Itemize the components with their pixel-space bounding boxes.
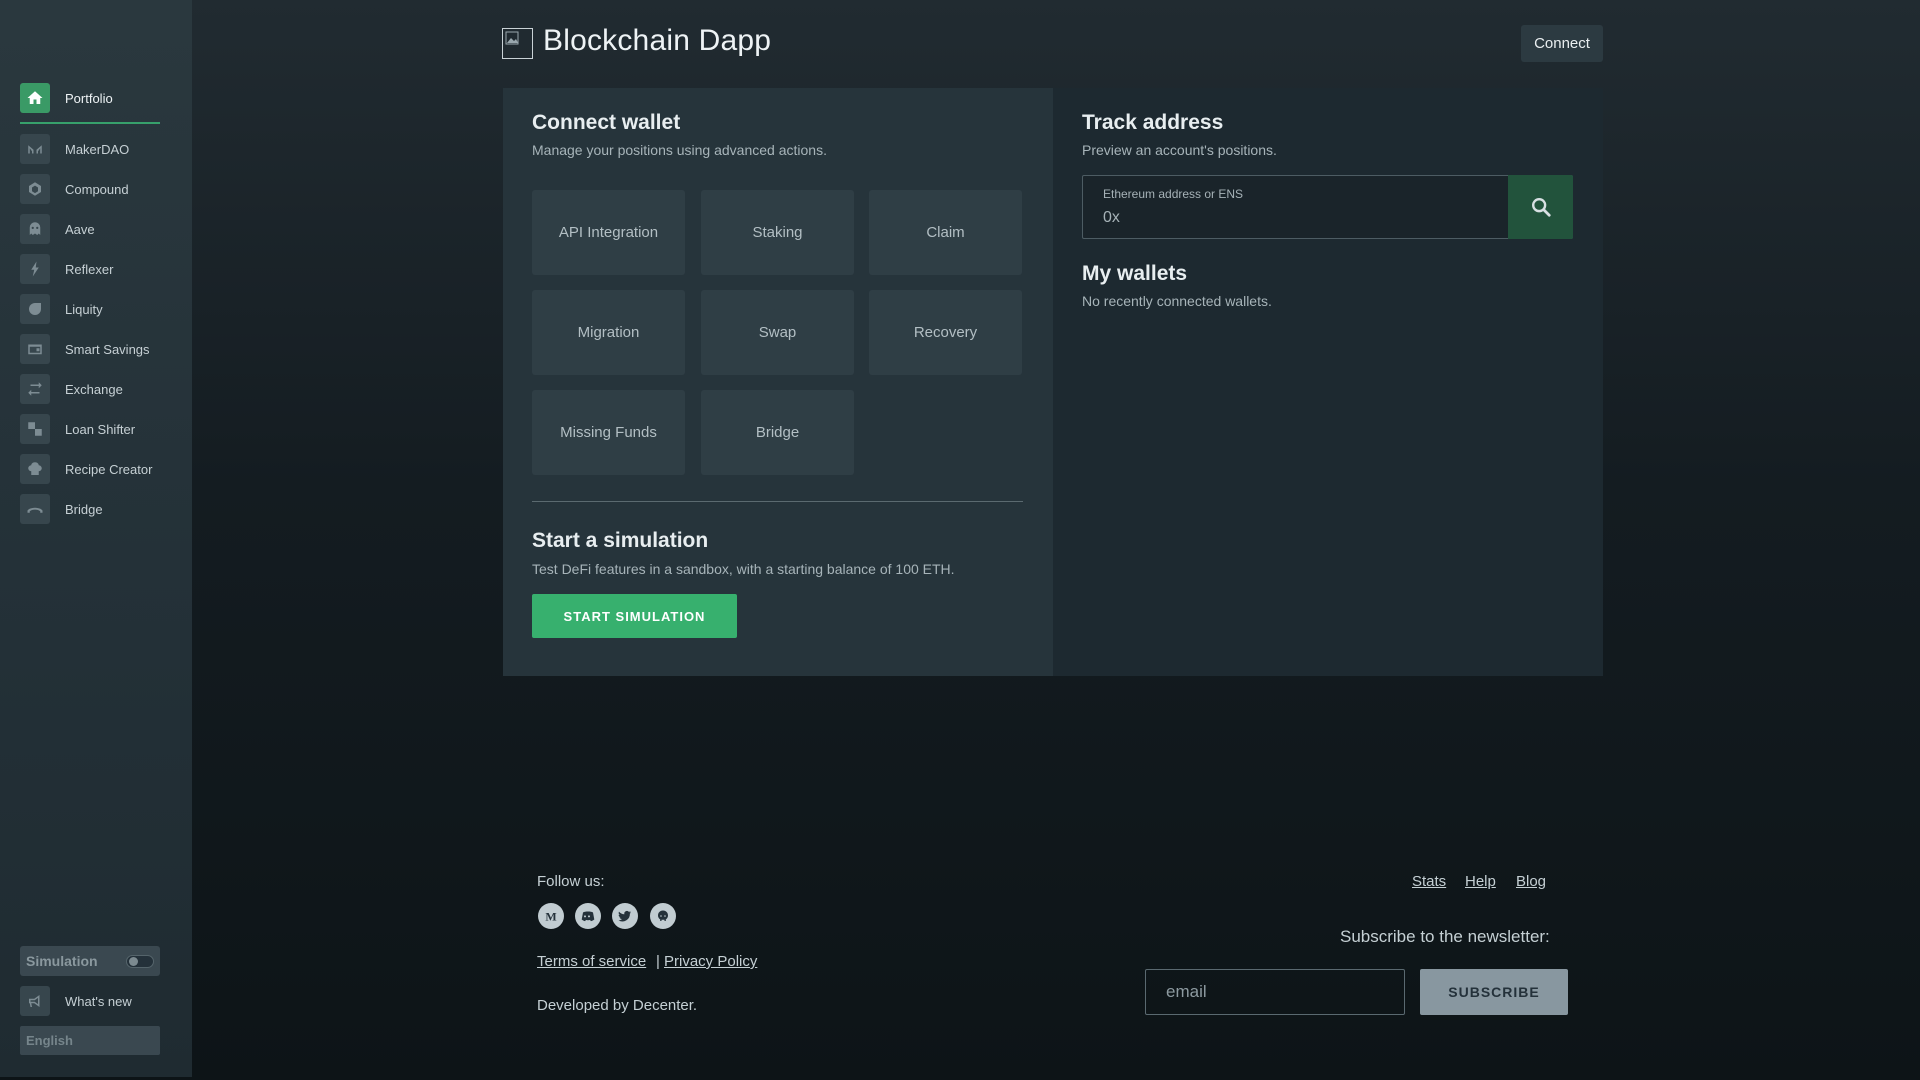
active-underline bbox=[20, 122, 160, 124]
track-address-title: Track address bbox=[1082, 111, 1224, 134]
compound-icon bbox=[20, 174, 50, 204]
email-input[interactable] bbox=[1145, 969, 1405, 1015]
connect-wallet-pane: Connect wallet Manage your positions usi… bbox=[503, 88, 1053, 676]
makerdao-icon bbox=[20, 134, 50, 164]
subscribe-button[interactable]: SUBSCRIBE bbox=[1420, 969, 1568, 1015]
developed-by-text: Developed by Decenter. bbox=[537, 997, 698, 1014]
sidebar-item-compound[interactable]: Compound bbox=[20, 174, 160, 204]
home-icon bbox=[20, 83, 50, 113]
twitter-link[interactable] bbox=[612, 903, 638, 929]
follow-us-label: Follow us: bbox=[537, 873, 605, 890]
sidebar-item-exchange[interactable]: Exchange bbox=[20, 374, 160, 404]
search-icon bbox=[1531, 198, 1551, 217]
app-title: Blockchain Dapp bbox=[543, 24, 772, 57]
discord-icon bbox=[581, 911, 595, 922]
simulation-toggle[interactable]: Simulation bbox=[20, 946, 160, 976]
start-simulation-button[interactable]: START SIMULATION bbox=[532, 594, 737, 638]
connect-wallet-subtitle: Manage your positions using advanced act… bbox=[532, 142, 827, 158]
wallet-option-claim[interactable]: Claim bbox=[869, 190, 1022, 275]
main-card: Connect wallet Manage your positions usi… bbox=[503, 88, 1603, 676]
toggle-knob bbox=[129, 957, 138, 966]
sidebar-item-label: Reflexer bbox=[65, 261, 114, 277]
wallet-option-recovery[interactable]: Recovery bbox=[869, 290, 1022, 375]
language-select[interactable]: English bbox=[20, 1026, 160, 1055]
megaphone-icon bbox=[20, 986, 50, 1016]
simulation-subtitle: Test DeFi features in a sandbox, with a … bbox=[532, 561, 955, 577]
sidebar-item-makerdao[interactable]: MakerDAO bbox=[20, 134, 160, 164]
address-field-label: Ethereum address or ENS bbox=[1103, 187, 1244, 201]
footer-separator: | bbox=[656, 953, 660, 970]
exchange-icon bbox=[20, 374, 50, 404]
wallet-option-staking[interactable]: Staking bbox=[701, 190, 854, 275]
sidebar-item-portfolio[interactable]: Portfolio bbox=[20, 83, 160, 113]
aave-icon bbox=[20, 214, 50, 244]
app-logo bbox=[502, 28, 533, 59]
medium-link[interactable]: M bbox=[538, 903, 564, 929]
sidebar-item-liquity[interactable]: Liquity bbox=[20, 294, 160, 324]
privacy-link[interactable]: Privacy Policy bbox=[664, 953, 757, 970]
search-button[interactable] bbox=[1508, 175, 1573, 239]
sidebar-item-recipe-creator[interactable]: Recipe Creator bbox=[20, 454, 160, 484]
github-icon bbox=[658, 910, 668, 921]
sidebar-item-label: Compound bbox=[65, 181, 129, 197]
newsletter-label: Subscribe to the newsletter: bbox=[1340, 927, 1550, 946]
sidebar-item-loan-shifter[interactable]: Loan Shifter bbox=[20, 414, 160, 444]
reflexer-icon bbox=[20, 254, 50, 284]
sidebar-item-aave[interactable]: Aave bbox=[20, 214, 160, 244]
whats-new-button[interactable]: What's new bbox=[20, 986, 160, 1016]
stats-link[interactable]: Stats bbox=[1412, 873, 1446, 890]
wallet-option-migration[interactable]: Migration bbox=[532, 290, 685, 375]
bridge-icon bbox=[20, 494, 50, 524]
wallet-option-api-integration[interactable]: API Integration bbox=[532, 190, 685, 275]
blog-link[interactable]: Blog bbox=[1516, 873, 1546, 890]
recipe-creator-icon bbox=[20, 454, 50, 484]
divider bbox=[532, 501, 1023, 502]
my-wallets-empty-text: No recently connected wallets. bbox=[1082, 293, 1272, 309]
wallet-option-bridge[interactable]: Bridge bbox=[701, 390, 854, 475]
track-address-subtitle: Preview an account's positions. bbox=[1082, 142, 1277, 158]
wallet-option-missing-funds[interactable]: Missing Funds bbox=[532, 390, 685, 475]
sidebar-item-label: Bridge bbox=[65, 501, 103, 517]
toggle-switch[interactable] bbox=[126, 955, 154, 968]
address-input[interactable] bbox=[1103, 206, 1483, 230]
sidebar-item-label: MakerDAO bbox=[65, 141, 130, 157]
sidebar-item-label: Recipe Creator bbox=[65, 461, 153, 477]
sidebar-item-smart-savings[interactable]: Smart Savings bbox=[20, 334, 160, 364]
twitter-icon bbox=[618, 910, 631, 922]
whats-new-label: What's new bbox=[65, 993, 132, 1009]
loan-shifter-icon bbox=[20, 414, 50, 444]
sidebar-item-reflexer[interactable]: Reflexer bbox=[20, 254, 160, 284]
my-wallets-title: My wallets bbox=[1082, 262, 1188, 285]
smart-savings-icon bbox=[20, 334, 50, 364]
terms-link[interactable]: Terms of service bbox=[537, 953, 646, 970]
sidebar-item-label: Aave bbox=[65, 221, 95, 237]
discord-link[interactable] bbox=[575, 903, 601, 929]
sidebar: Portfolio MakerDAO Compound Aave Reflexe… bbox=[0, 0, 192, 1077]
sidebar-item-bridge[interactable]: Bridge bbox=[20, 494, 160, 524]
simulation-label: Simulation bbox=[26, 953, 98, 969]
broken-image-icon bbox=[505, 31, 519, 45]
help-link[interactable]: Help bbox=[1465, 873, 1496, 890]
simulation-title: Start a simulation bbox=[532, 529, 709, 552]
connect-wallet-title: Connect wallet bbox=[532, 111, 681, 134]
address-field: Ethereum address or ENS bbox=[1082, 175, 1573, 239]
github-link[interactable] bbox=[650, 903, 676, 929]
liquity-icon bbox=[20, 294, 50, 324]
connect-button[interactable]: Connect bbox=[1521, 25, 1603, 62]
sidebar-item-label: Exchange bbox=[65, 381, 123, 397]
sidebar-item-label: Portfolio bbox=[65, 90, 113, 106]
medium-icon: M bbox=[545, 910, 556, 924]
sidebar-item-label: Liquity bbox=[65, 301, 103, 317]
sidebar-item-label: Smart Savings bbox=[65, 341, 150, 357]
sidebar-item-label: Loan Shifter bbox=[65, 421, 136, 437]
wallet-option-swap[interactable]: Swap bbox=[701, 290, 854, 375]
svg-text:M: M bbox=[545, 910, 556, 924]
